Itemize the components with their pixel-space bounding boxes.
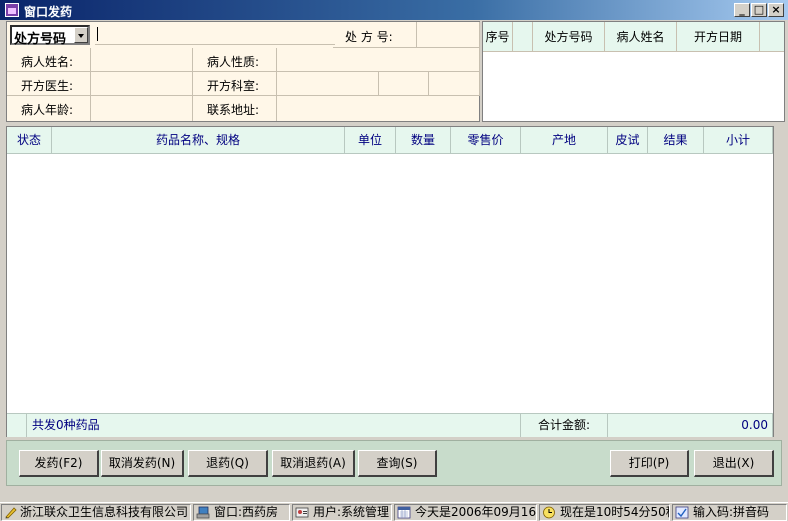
grid-footer-count: 共发0种药品 [27, 413, 521, 437]
status-date: 今天是2006年09月16日 [394, 504, 537, 521]
window-title: 窗口发药 [24, 5, 73, 19]
rx-list-header-blank[interactable] [513, 22, 533, 52]
dept-field[interactable] [277, 72, 379, 96]
cancel-return-button[interactable]: 取消退药(A) [272, 450, 355, 477]
text-caret [97, 27, 98, 41]
patient-nature-label: 病人性质: [207, 55, 260, 69]
input-method-icon [675, 506, 689, 519]
chevron-down-icon[interactable] [74, 27, 88, 43]
dept-label: 开方科室: [207, 79, 260, 93]
age-label: 病人年龄: [21, 103, 74, 117]
doctor-field[interactable] [91, 72, 193, 96]
grid-header-drug-name[interactable]: 药品名称、规格 [52, 127, 345, 154]
status-company: 浙江联众卫生信息科技有限公司 [1, 504, 191, 521]
rx-list-header-rx-no[interactable]: 处方号码 [533, 22, 605, 52]
patient-nature-field[interactable] [277, 48, 480, 72]
doctor-label: 开方医生: [21, 79, 74, 93]
grid-footer-total-value: 0.00 [608, 413, 773, 437]
grid-header-result[interactable]: 结果 [648, 127, 704, 154]
status-time: 现在是10时54分50秒 [539, 504, 670, 521]
calendar-icon [397, 506, 411, 519]
status-date-text: 今天是2006年09月16日 [415, 505, 537, 519]
grid-header-unit[interactable]: 单位 [345, 127, 396, 154]
rx-list-header-index[interactable]: 序号 [483, 22, 513, 52]
age-field[interactable] [91, 96, 193, 121]
dept-extra-field-1 [379, 72, 429, 96]
address-label: 联系地址: [207, 103, 260, 117]
exit-button[interactable]: 退出(X) [694, 450, 774, 477]
grid-header-status[interactable]: 状态 [7, 127, 52, 154]
app-icon [5, 3, 19, 17]
rx-list-header-patient[interactable]: 病人姓名 [605, 22, 677, 52]
status-ime: 输入码:拼音码 [672, 504, 787, 521]
prescription-info-panel: 处方号码 处 方 号: 病人姓名: 病人性质: 开方医生: 开方科室: 病人年龄… [6, 21, 480, 122]
rx-no-label: 处 方 号: [345, 30, 393, 44]
patient-name-field[interactable] [91, 48, 193, 72]
grid-header-subtotal[interactable]: 小计 [704, 127, 773, 154]
grid-header-retail-price[interactable]: 零售价 [451, 127, 521, 154]
status-window-text: 窗口:西药房 [214, 505, 279, 519]
grid-header-skin-test[interactable]: 皮试 [608, 127, 648, 154]
maximize-button[interactable]: □ [751, 3, 767, 17]
dept-extra-field-2 [429, 72, 480, 96]
pencil-icon [5, 507, 17, 519]
cancel-dispense-button[interactable]: 取消发药(N) [101, 450, 184, 477]
user-card-icon [295, 507, 309, 518]
minimize-button[interactable]: _ [734, 3, 750, 17]
close-button[interactable]: × [768, 3, 784, 17]
status-bar: 浙江联众卫生信息科技有限公司 窗口:西药房 用户:系统管理 今天是2006年09… [0, 502, 788, 521]
grid-footer-indicator [7, 413, 27, 437]
address-field[interactable] [277, 96, 480, 121]
drug-grid[interactable]: 状态 药品名称、规格 单位 数量 零售价 产地 皮试 结果 小计 共发0种药品 … [6, 126, 774, 437]
rx-list-header-filler [760, 22, 784, 52]
status-time-text: 现在是10时54分50秒 [560, 505, 670, 519]
grid-header-origin[interactable]: 产地 [521, 127, 608, 154]
status-ime-text: 输入码:拼音码 [693, 505, 770, 519]
computer-icon [196, 506, 210, 519]
grid-header-quantity[interactable]: 数量 [396, 127, 451, 154]
search-input[interactable] [95, 25, 335, 45]
status-company-text: 浙江联众卫生信息科技有限公司 [20, 505, 189, 519]
clock-icon [543, 506, 555, 519]
patient-name-label: 病人姓名: [21, 55, 74, 69]
rx-no-field[interactable] [417, 22, 480, 48]
dispense-button[interactable]: 发药(F2) [19, 450, 99, 477]
status-window: 窗口:西药房 [193, 504, 290, 521]
title-bar: 窗口发药 _ □ × [0, 0, 788, 20]
grid-footer-total-label: 合计金额: [521, 413, 608, 437]
search-mode-select[interactable]: 处方号码 [10, 25, 90, 47]
print-button[interactable]: 打印(P) [610, 450, 689, 477]
return-drug-button[interactable]: 退药(Q) [188, 450, 268, 477]
search-mode-value: 处方号码 [14, 32, 67, 47]
rx-list-header-date[interactable]: 开方日期 [677, 22, 760, 52]
status-user: 用户:系统管理 [292, 504, 392, 521]
prescription-list[interactable]: 序号 处方号码 病人姓名 开方日期 [482, 21, 785, 122]
query-button[interactable]: 查询(S) [358, 450, 437, 477]
action-button-bar: 发药(F2) 取消发药(N) 退药(Q) 取消退药(A) 查询(S) 打印(P)… [6, 440, 782, 486]
status-user-text: 用户:系统管理 [313, 505, 390, 519]
